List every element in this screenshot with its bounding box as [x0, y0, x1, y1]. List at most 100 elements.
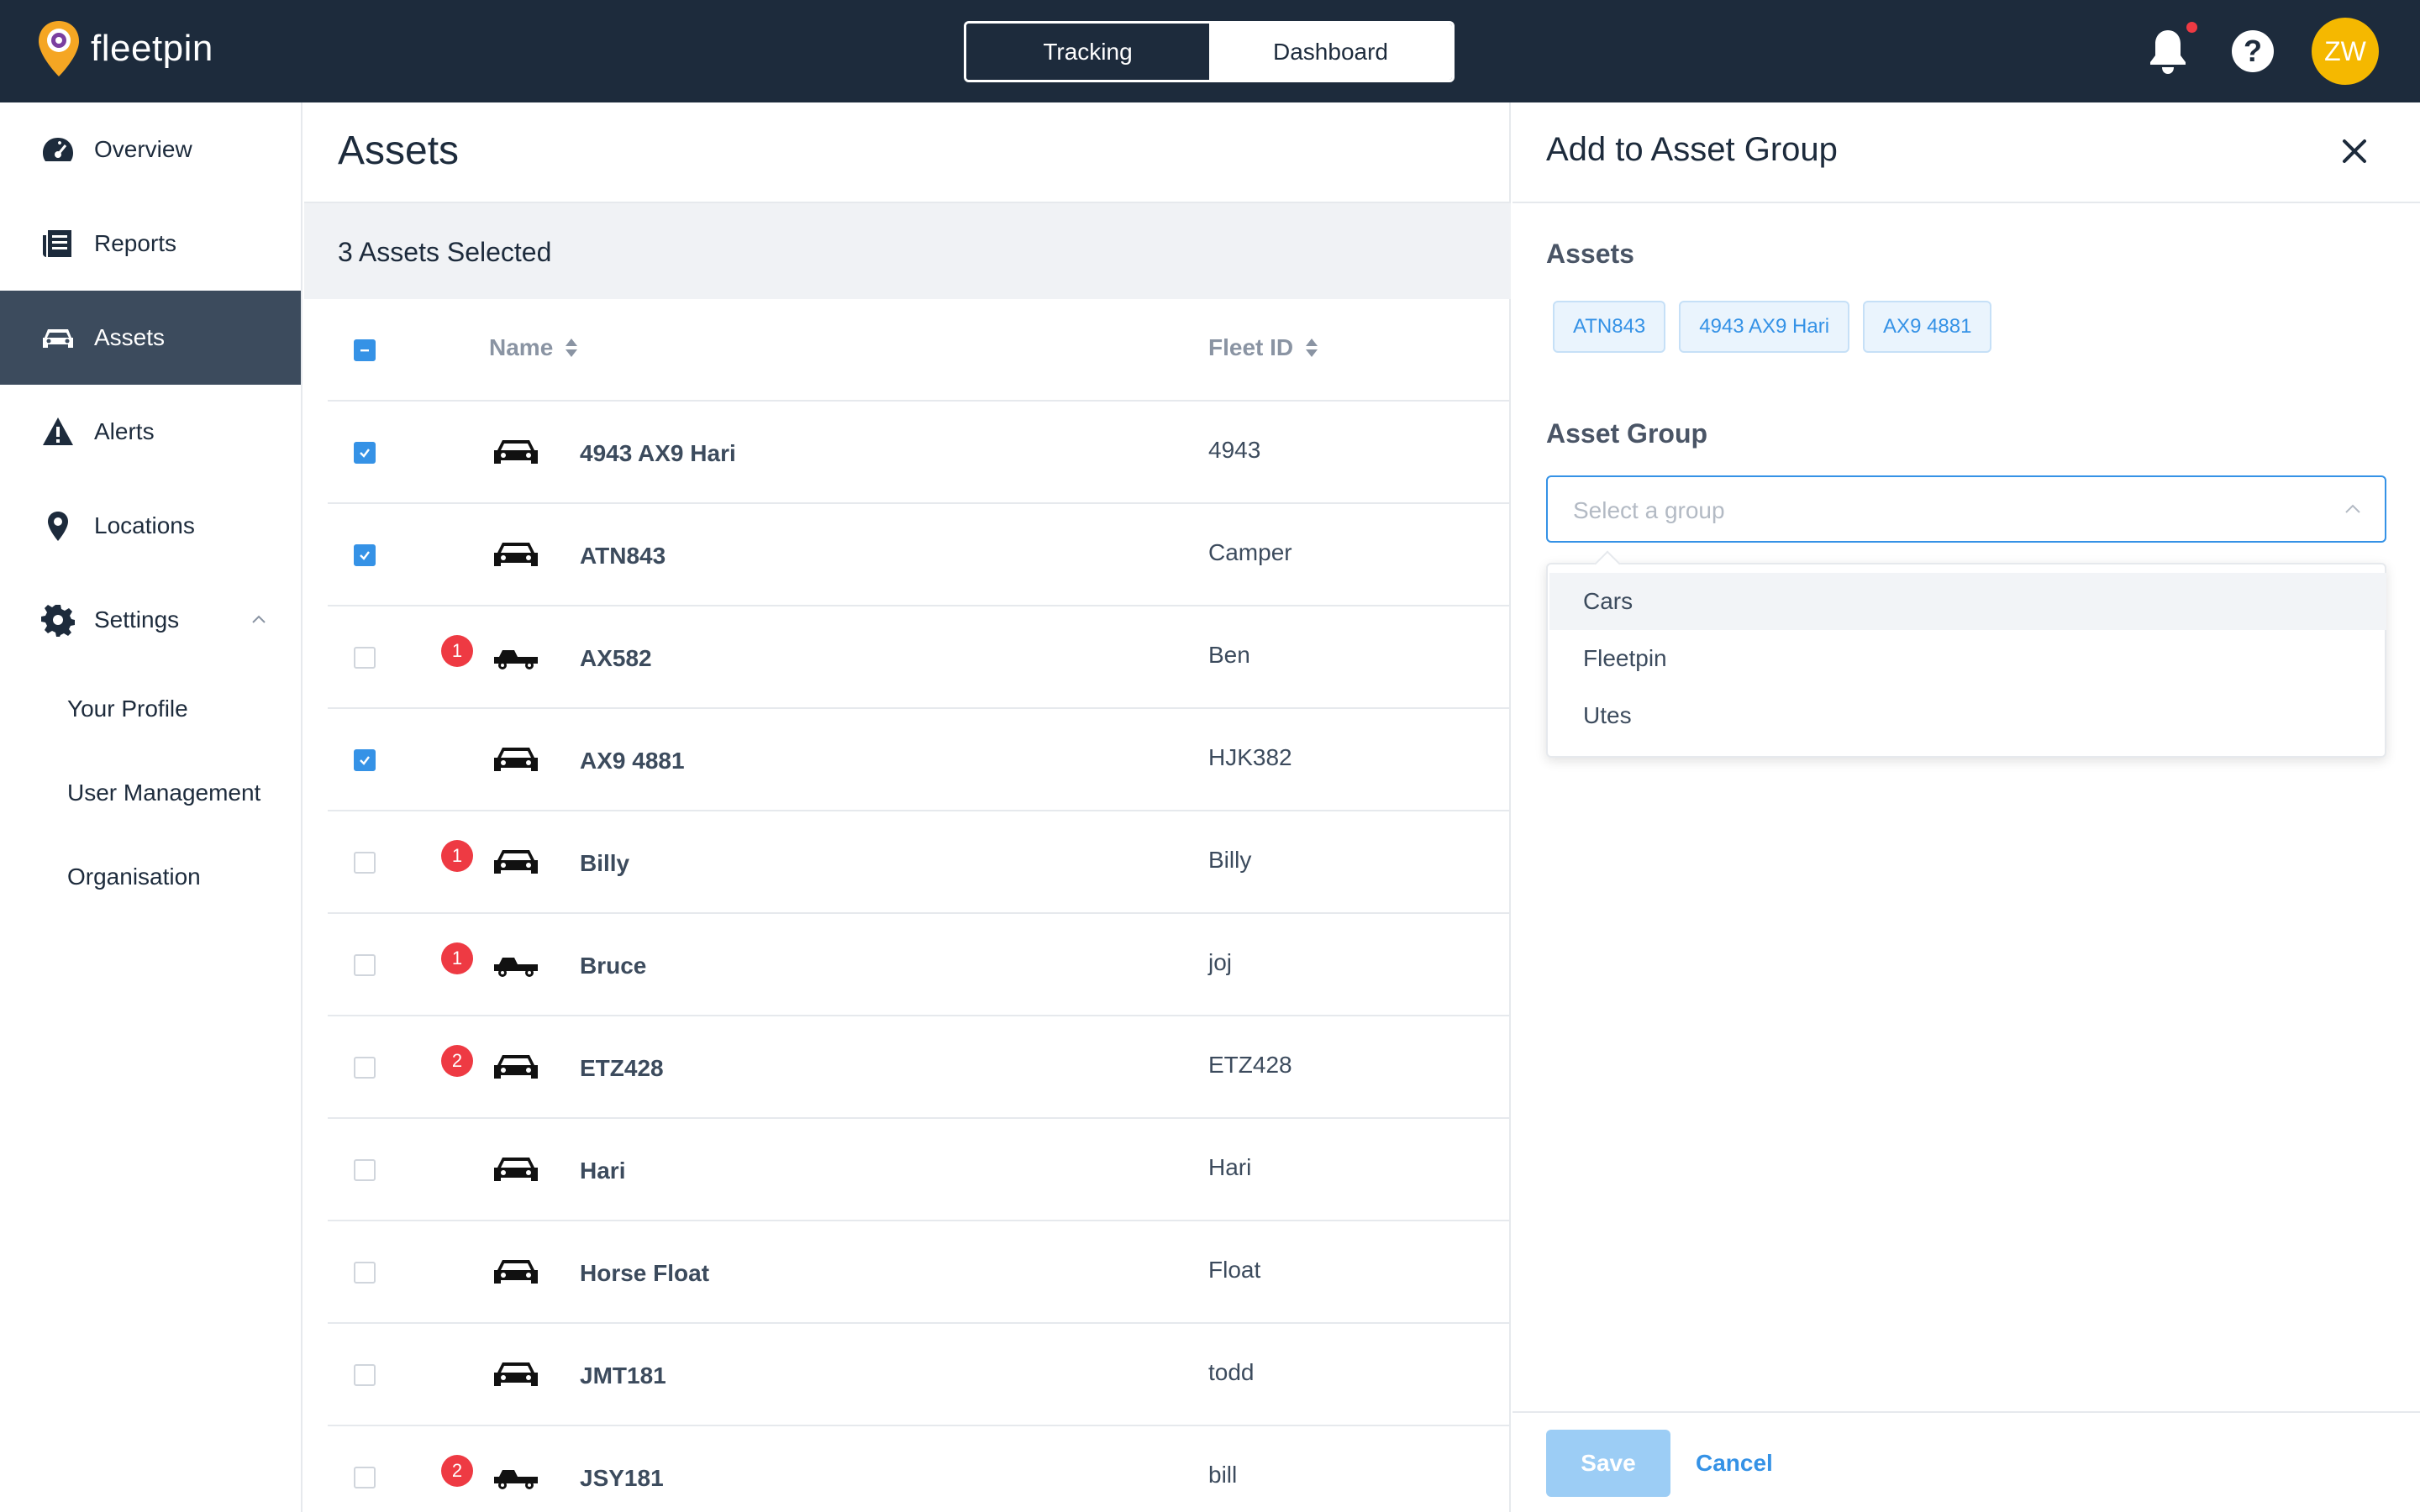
asset-name[interactable]: Billy	[580, 850, 629, 877]
dropdown-option-cars[interactable]: Cars	[1549, 573, 2386, 630]
save-button[interactable]: Save	[1546, 1430, 1670, 1497]
sidebar-item-settings[interactable]: Settings	[0, 573, 301, 667]
sidebar-subitem-user-management[interactable]: User Management	[67, 780, 260, 806]
row-checkbox[interactable]	[354, 1467, 376, 1488]
asset-name[interactable]: Hari	[580, 1158, 625, 1184]
fleet-id: Float	[1208, 1257, 1261, 1283]
asset-chip[interactable]: ATN843	[1553, 301, 1666, 353]
sidebar-item-locations[interactable]: Locations	[0, 479, 301, 573]
row-checkbox[interactable]	[354, 647, 376, 669]
column-header-label: Name	[489, 334, 554, 360]
sidebar-item-label: Locations	[94, 512, 195, 538]
sidebar-subitem-your-profile[interactable]: Your Profile	[67, 696, 188, 722]
table-row[interactable]: 2 ETZ428 ETZ428	[328, 1016, 1511, 1119]
add-to-asset-group-panel: Add to Asset Group Assets ATN843 4943 AX…	[1512, 102, 2420, 1512]
asset-name[interactable]: Bruce	[580, 953, 646, 979]
tab-tracking[interactable]: Tracking	[966, 24, 1209, 80]
sidebar-subitem-organisation[interactable]: Organisation	[67, 864, 201, 890]
car-icon	[40, 320, 76, 355]
sidebar-item-assets[interactable]: Assets	[0, 291, 301, 385]
sidebar-item-reports[interactable]: Reports	[0, 197, 301, 291]
select-all-checkbox[interactable]	[354, 339, 376, 361]
asset-chip[interactable]: 4943 AX9 Hari	[1679, 301, 1850, 353]
location-pin-icon	[40, 508, 76, 543]
table-row[interactable]: AX9 4881 HJK382	[328, 709, 1511, 811]
sort-icon[interactable]	[1303, 337, 1320, 359]
table-row[interactable]: JMT181 todd	[328, 1324, 1511, 1426]
selection-bar: 3 Assets Selected	[304, 202, 1511, 299]
asset-name[interactable]: Horse Float	[580, 1260, 709, 1287]
column-header-fleet-id[interactable]: Fleet ID	[1208, 334, 1320, 361]
brand-logo[interactable]: fleetpin	[37, 18, 213, 79]
sort-icon[interactable]	[563, 337, 580, 359]
table-row[interactable]: Horse Float Float	[328, 1221, 1511, 1324]
fleet-id: Billy	[1208, 847, 1252, 873]
table-row[interactable]: 1 Billy Billy	[328, 811, 1511, 914]
column-header-name[interactable]: Name	[489, 334, 580, 361]
table-row[interactable]: 1 AX582 Ben	[328, 606, 1511, 709]
asset-chip[interactable]: AX9 4881	[1863, 301, 1992, 353]
row-checkbox[interactable]	[354, 1057, 376, 1079]
asset-name[interactable]: AX9 4881	[580, 748, 685, 774]
column-header-label: Fleet ID	[1208, 334, 1294, 360]
sidebar-item-alerts[interactable]: Alerts	[0, 385, 301, 479]
select-placeholder: Select a group	[1573, 497, 1725, 523]
fleet-id: ETZ428	[1208, 1052, 1292, 1078]
row-checkbox[interactable]	[354, 544, 376, 566]
tab-dashboard[interactable]: Dashboard	[1209, 24, 1452, 80]
help-button[interactable]: ?	[2232, 30, 2274, 72]
fleet-id: HJK382	[1208, 744, 1292, 770]
dropdown-option-utes[interactable]: Utes	[1549, 687, 2386, 744]
selection-count: 3 Assets Selected	[338, 237, 552, 267]
row-checkbox[interactable]	[354, 1159, 376, 1181]
warning-icon	[40, 414, 76, 449]
row-checkbox[interactable]	[354, 852, 376, 874]
sidebar-item-overview[interactable]: Overview	[0, 102, 301, 197]
row-checkbox[interactable]	[354, 1262, 376, 1284]
asset-name[interactable]: ATN843	[580, 543, 666, 570]
row-checkbox[interactable]	[354, 442, 376, 464]
table-header: Name Fleet ID	[328, 299, 1511, 402]
gear-icon	[40, 602, 76, 638]
row-checkbox[interactable]	[354, 1364, 376, 1386]
asset-name[interactable]: AX582	[580, 645, 652, 672]
alert-count-badge: 1	[441, 942, 473, 974]
table-row[interactable]: 4943 AX9 Hari 4943	[328, 402, 1511, 504]
asset-name[interactable]: 4943 AX9 Hari	[580, 440, 736, 467]
divider	[1512, 202, 2420, 203]
user-avatar[interactable]: ZW	[2312, 18, 2379, 85]
fleet-id: 4943	[1208, 437, 1261, 463]
page-title: Assets	[338, 129, 460, 173]
sidebar-item-label: Reports	[94, 230, 177, 256]
sidebar: Overview Reports Assets Alerts Locations…	[0, 102, 302, 1512]
ute-icon	[492, 638, 539, 675]
chevron-up-icon[interactable]	[249, 610, 269, 630]
bell-icon[interactable]	[2146, 27, 2190, 76]
top-bar: fleetpin Tracking Dashboard ? ZW	[0, 0, 2420, 102]
ute-icon	[492, 1458, 539, 1495]
row-checkbox[interactable]	[354, 749, 376, 771]
table-row[interactable]: 1 Bruce joj	[328, 914, 1511, 1016]
fleet-id: joj	[1208, 949, 1233, 975]
car-icon	[492, 741, 539, 778]
asset-name[interactable]: JSY181	[580, 1465, 664, 1492]
car-icon	[492, 1253, 539, 1290]
ute-icon	[492, 946, 539, 983]
sidebar-item-label: Overview	[94, 136, 192, 162]
reports-icon	[40, 226, 76, 261]
asset-group-select[interactable]: Select a group	[1546, 475, 2386, 543]
asset-name[interactable]: ETZ428	[580, 1055, 664, 1082]
brand-name: fleetpin	[91, 28, 213, 69]
fleet-id: todd	[1208, 1359, 1255, 1385]
car-icon	[492, 1151, 539, 1188]
close-icon[interactable]	[2339, 136, 2370, 166]
dropdown-option-fleetpin[interactable]: Fleetpin	[1549, 630, 2386, 687]
view-toggle: Tracking Dashboard	[964, 21, 1455, 82]
table-row[interactable]: Hari Hari	[328, 1119, 1511, 1221]
row-checkbox[interactable]	[354, 954, 376, 976]
table-row[interactable]: ATN843 Camper	[328, 504, 1511, 606]
asset-name[interactable]: JMT181	[580, 1362, 666, 1389]
cancel-button[interactable]: Cancel	[1696, 1430, 1773, 1497]
table-row[interactable]: 2 JSY181 bill	[328, 1426, 1511, 1512]
car-icon	[492, 843, 539, 880]
